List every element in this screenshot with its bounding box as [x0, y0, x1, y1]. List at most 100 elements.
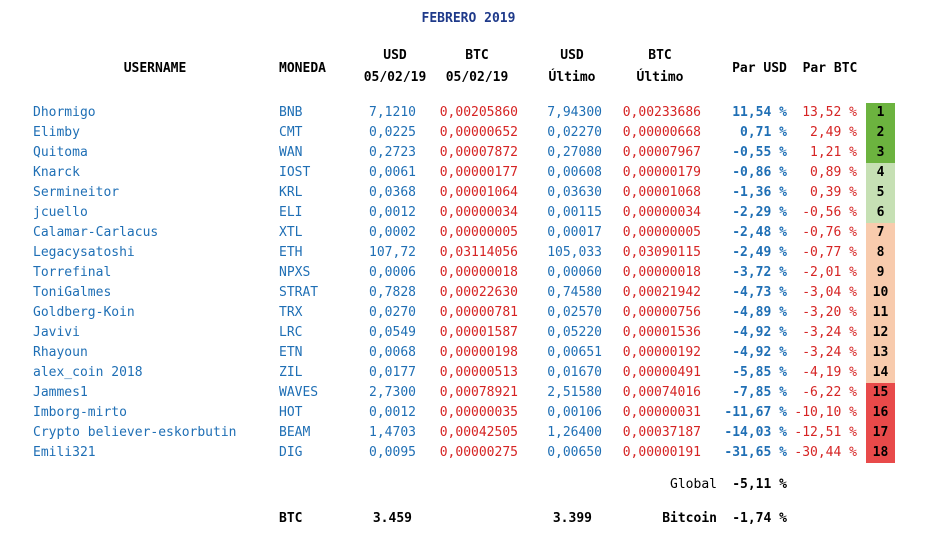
usd-start-cell: 0,0012 — [369, 205, 416, 220]
coin-cell: ELI — [279, 205, 303, 220]
table-row: Imborg-mirto HOT 0,0012 0,00000035 0,00106 0,… — [0, 403, 937, 423]
btc-start-cell: 0,00000035 — [439, 405, 518, 420]
par-btc-cell: -3,04 % — [802, 285, 857, 300]
usd-last-cell: 0,00060 — [547, 265, 602, 280]
coin-cell: STRAT — [279, 285, 319, 300]
header-btc-last: BTC — [648, 48, 672, 63]
usd-start-cell: 0,0002 — [369, 225, 416, 240]
username-cell: Dhormigo — [33, 105, 96, 120]
par-usd-cell: -2,49 % — [732, 245, 787, 260]
table-row: Elimby CMT 0,0225 0,00000652 0,02270 0,000006… — [0, 123, 937, 143]
header-usd-last: USD — [560, 48, 584, 63]
par-btc-cell: -30,44 % — [794, 445, 857, 460]
table-row: Jammes1 WAVES 2,7300 0,00078921 2,51580 0,000… — [0, 383, 937, 403]
coin-cell: ETN — [279, 345, 303, 360]
btc-start-cell: 0,00000275 — [439, 445, 518, 460]
username-cell: Crypto believer-eskorbutin — [33, 425, 237, 440]
header-usd-start: USD — [383, 48, 407, 63]
username-cell: Jammes1 — [33, 385, 88, 400]
btc-last-cell: 0,00233686 — [622, 105, 701, 120]
btc-start-cell: 0,00022630 — [439, 285, 518, 300]
btc-start-cell: 0,00007872 — [439, 145, 518, 160]
btc-last-cell: 0,00007967 — [622, 145, 701, 160]
par-btc-cell: 13,52 % — [802, 105, 857, 120]
rank-badge: 8 — [866, 243, 895, 263]
global-value: -5,11 % — [732, 477, 787, 492]
username-cell: Sermineitor — [33, 185, 120, 200]
par-btc-cell: -3,24 % — [802, 345, 857, 360]
coin-cell: TRX — [279, 305, 303, 320]
par-usd-cell: -7,85 % — [732, 385, 787, 400]
coin-cell: BNB — [279, 105, 303, 120]
btc-start-cell: 0,00000513 — [439, 365, 518, 380]
usd-last-cell: 2,51580 — [547, 385, 602, 400]
usd-last-cell: 0,01670 — [547, 365, 602, 380]
btc-start-cell: 0,03114056 — [439, 245, 518, 260]
username-cell: Torrefinal — [33, 265, 112, 280]
coin-cell: HOT — [279, 405, 303, 420]
rank-badge: 10 — [866, 283, 895, 303]
par-usd-cell: -14,03 % — [724, 425, 787, 440]
btc-start-cell: 0,00000198 — [439, 345, 518, 360]
username-cell: Legacysatoshi — [33, 245, 135, 260]
usd-last-cell: 0,00608 — [547, 165, 602, 180]
par-btc-cell: 2,49 % — [810, 125, 857, 140]
header-username: USERNAME — [123, 61, 187, 76]
header-par-btc: Par BTC — [802, 61, 858, 76]
coin-cell: ETH — [279, 245, 303, 260]
coin-cell: BEAM — [279, 425, 311, 440]
coin-cell: LRC — [279, 325, 303, 340]
par-usd-cell: -31,65 % — [724, 445, 787, 460]
table-row: Legacysatoshi ETH 107,72 0,03114056 105,033 0… — [0, 243, 937, 263]
btc-last-cell: 0,00000191 — [622, 445, 701, 460]
page-title: FEBRERO 2019 — [421, 11, 516, 26]
usd-last-cell: 1,26400 — [547, 425, 602, 440]
usd-last-cell: 0,00106 — [547, 405, 602, 420]
rank-badge: 6 — [866, 203, 895, 223]
par-usd-cell: 11,54 % — [732, 105, 787, 120]
header-usd-start-date: 05/02/19 — [363, 70, 427, 85]
usd-start-cell: 107,72 — [369, 245, 416, 260]
username-cell: Emili321 — [33, 445, 96, 460]
par-usd-cell: -2,29 % — [732, 205, 787, 220]
par-usd-cell: -4,92 % — [732, 325, 787, 340]
par-btc-cell: 0,39 % — [810, 185, 857, 200]
usd-last-cell: 0,02270 — [547, 125, 602, 140]
usd-start-cell: 2,7300 — [369, 385, 416, 400]
header-usd-last-label: Último — [548, 70, 596, 85]
usd-start-cell: 0,0177 — [369, 365, 416, 380]
usd-start-cell: 0,7828 — [369, 285, 416, 300]
btc-last-cell: 0,00000756 — [622, 305, 701, 320]
bitcoin-value: -1,74 % — [732, 511, 787, 526]
par-usd-cell: -4,92 % — [732, 345, 787, 360]
coin-cell: WAVES — [279, 385, 319, 400]
rank-badge: 16 — [866, 403, 895, 423]
rank-badge: 5 — [866, 183, 895, 203]
coin-cell: KRL — [279, 185, 303, 200]
usd-last-cell: 0,02570 — [547, 305, 602, 320]
usd-last-cell: 0,03630 — [547, 185, 602, 200]
usd-start-cell: 0,0012 — [369, 405, 416, 420]
table-row: Goldberg-Koin TRX 0,0270 0,00000781 0,02570 0… — [0, 303, 937, 323]
btc-start-cell: 0,00000018 — [439, 265, 518, 280]
usd-start-cell: 0,0006 — [369, 265, 416, 280]
par-btc-cell: -6,22 % — [802, 385, 857, 400]
par-usd-cell: -11,67 % — [724, 405, 787, 420]
par-btc-cell: -0,77 % — [802, 245, 857, 260]
btc-last-cell: 0,03090115 — [622, 245, 701, 260]
rank-badge: 4 — [866, 163, 895, 183]
coin-cell: NPXS — [279, 265, 311, 280]
table-row: Torrefinal NPXS 0,0006 0,00000018 0,00060 0,0… — [0, 263, 937, 283]
par-usd-cell: 0,71 % — [740, 125, 787, 140]
btc-last-cell: 0,00000031 — [622, 405, 701, 420]
par-usd-cell: -0,86 % — [732, 165, 787, 180]
usd-start-cell: 0,0095 — [369, 445, 416, 460]
rank-badge: 18 — [866, 443, 895, 463]
btc-start-cell: 0,00078921 — [439, 385, 518, 400]
table-row: Quitoma WAN 0,2723 0,00007872 0,27080 0,00007… — [0, 143, 937, 163]
btc-last-cell: 0,00000668 — [622, 125, 701, 140]
usd-last-cell: 0,00115 — [547, 205, 602, 220]
btc-last-cell: 0,00000491 — [622, 365, 701, 380]
header-btc-last-label: Último — [636, 70, 684, 85]
btc-start-cell: 0,00000652 — [439, 125, 518, 140]
